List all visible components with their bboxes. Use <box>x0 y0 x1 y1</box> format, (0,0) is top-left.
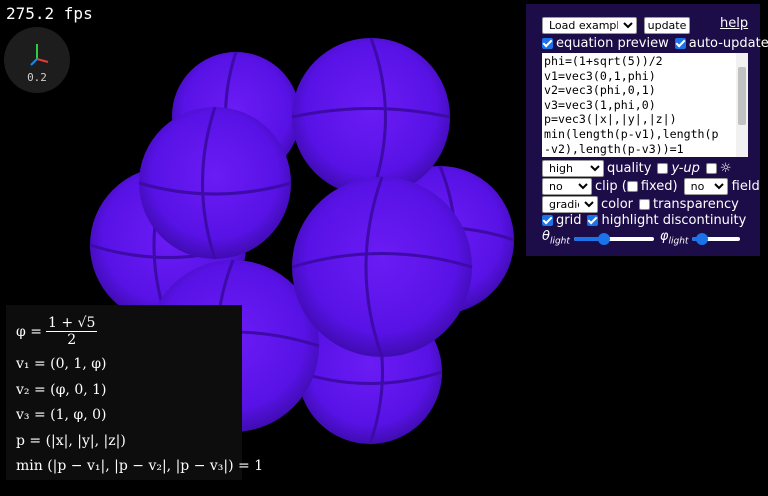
load-example-select[interactable]: Load example... <box>542 17 637 34</box>
equation-preview-label: equation preview <box>556 36 669 51</box>
grid-checkbox[interactable] <box>542 215 553 226</box>
auto-update-checkbox[interactable] <box>674 38 686 49</box>
formula-p: p = (|x|, |y|, |z|) <box>16 433 126 449</box>
phi-light-slider[interactable] <box>692 232 741 245</box>
equation-line: min(length(p-v1),length(p <box>544 126 719 141</box>
sun-icon: ☼ <box>719 161 732 176</box>
axes-gizmo[interactable]: 0.2 <box>4 27 70 93</box>
formula-phi-denominator: 2 <box>67 332 77 348</box>
sphere-front-right <box>291 176 473 358</box>
formula-overlay: φ = 1 + √5 2 v₁ = (0, 1, φ) v₂ = (φ, 0, 1… <box>6 305 263 480</box>
field-select[interactable]: no <box>683 178 728 195</box>
transparency-label: transparency <box>653 197 739 212</box>
transparency-checkbox[interactable] <box>639 199 651 210</box>
y-up-checkbox[interactable] <box>657 163 669 174</box>
y-up-label: y-up <box>671 161 700 176</box>
scroll-thumb[interactable] <box>738 67 746 125</box>
equation-line: -v2),length(p-v3))=1 <box>544 141 684 156</box>
theta-light-slider[interactable] <box>573 232 654 245</box>
equation-line: v1=vec3(0,1,phi) <box>544 68 656 83</box>
phi-light-label: φlight <box>659 229 689 247</box>
formula-phi-numerator: 1 + √5 <box>45 315 98 332</box>
auto-update-label: auto-update <box>688 36 768 51</box>
light-checkbox[interactable] <box>705 163 717 174</box>
zoom-level: 0.2 <box>27 71 47 84</box>
fps-counter: 275.2 fps <box>6 4 93 23</box>
sphere-top-right <box>291 37 451 197</box>
formula-v1: v₁ = (0, 1, φ) <box>16 356 107 372</box>
equation-textarea[interactable]: phi=(1+sqrt(5))/2 v1=vec3(0,1,phi) v2=ve… <box>542 53 748 157</box>
sphere-top-left <box>138 106 292 260</box>
grid-label: grid <box>556 213 582 228</box>
quality-select[interactable]: high <box>542 160 604 177</box>
color-label: color <box>601 197 634 212</box>
formula-v2: v₂ = (φ, 0, 1) <box>16 382 107 398</box>
fixed-checkbox[interactable] <box>626 181 638 192</box>
control-panel: Load example... update help equation pre… <box>526 4 768 256</box>
equation-line: v2=vec3(phi,0,1) <box>544 83 656 98</box>
formula-v3: v₃ = (1, φ, 0) <box>16 407 107 423</box>
clip-select[interactable]: no <box>542 178 592 195</box>
fixed-label: fixed) <box>640 179 678 194</box>
update-button[interactable]: update <box>644 17 690 34</box>
textarea-scrollbar[interactable] <box>736 53 748 157</box>
quality-label: quality <box>607 161 652 176</box>
equation-line: phi=(1+sqrt(5))/2 <box>544 54 663 68</box>
clip-label: clip ( <box>595 179 627 194</box>
field-label: field <box>731 179 760 194</box>
theta-light-label: θlight <box>542 229 570 247</box>
equation-preview-checkbox[interactable] <box>542 38 553 49</box>
help-link[interactable]: help <box>720 16 748 31</box>
highlight-discontinuity-label: highlight discontinuity <box>601 213 747 228</box>
slider-handle[interactable] <box>696 232 709 245</box>
equation-line: p=vec3(|x|,|y|,|z|) <box>544 112 677 127</box>
slider-handle[interactable] <box>598 232 611 245</box>
formula-min: min (|p − v₁|, |p − v₂|, |p − v₃|) = 1 <box>16 458 264 474</box>
equation-line: v3=vec3(1,phi,0) <box>544 97 656 112</box>
color-select[interactable]: gradient <box>542 196 598 213</box>
highlight-discontinuity-checkbox[interactable] <box>587 215 599 226</box>
formula-phi: φ = 1 + √5 2 <box>16 315 98 348</box>
